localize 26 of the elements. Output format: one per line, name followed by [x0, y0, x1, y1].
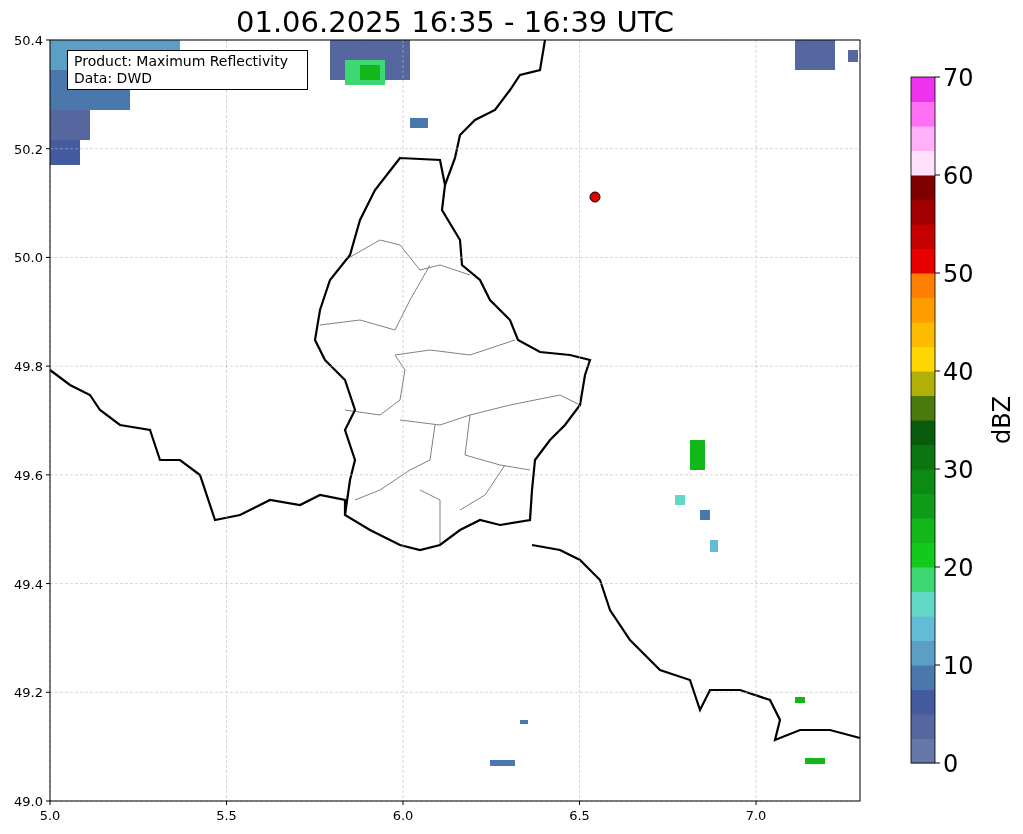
chart-title: 01.06.2025 16:35 - 16:39 UTC [235, 4, 675, 40]
colorbar-tick-label: 70 [943, 64, 974, 92]
info-text: Product: Maximum Reflectivity [74, 53, 289, 70]
x-tick-label: 5.0 [39, 808, 61, 823]
y-tick-label: 49.8 [14, 359, 43, 375]
y-tick-label: 50.2 [14, 141, 43, 157]
x-tick-label: 6.5 [569, 808, 590, 823]
colorbar-tick-label: 30 [943, 456, 974, 484]
x-tick-label: 6.0 [392, 808, 414, 823]
x-tick-label: 5.5 [216, 808, 237, 823]
y-tick-label: 49.4 [14, 576, 43, 592]
colorbar-tick-label: 10 [943, 652, 974, 680]
y-tick-label: 49.0 [14, 794, 43, 809]
info-text: Data: DWD [74, 70, 153, 87]
x-tick-label: 7.0 [745, 808, 767, 823]
colorbar-tick-label: 20 [943, 554, 974, 582]
location-marker [589, 191, 601, 203]
colorbar-tick-label: 40 [943, 358, 974, 386]
colorbar-tick-label: 0 [943, 750, 959, 778]
colorbar-label: dBZ [988, 395, 1016, 445]
y-tick-label: 49.2 [14, 685, 43, 701]
y-tick-label: 50.0 [14, 250, 43, 266]
colorbar-tick-label: 50 [943, 260, 974, 288]
y-tick-label: 50.4 [14, 33, 43, 48]
y-tick-label: 49.6 [14, 467, 43, 483]
colorbar-tick-label: 60 [943, 162, 974, 190]
